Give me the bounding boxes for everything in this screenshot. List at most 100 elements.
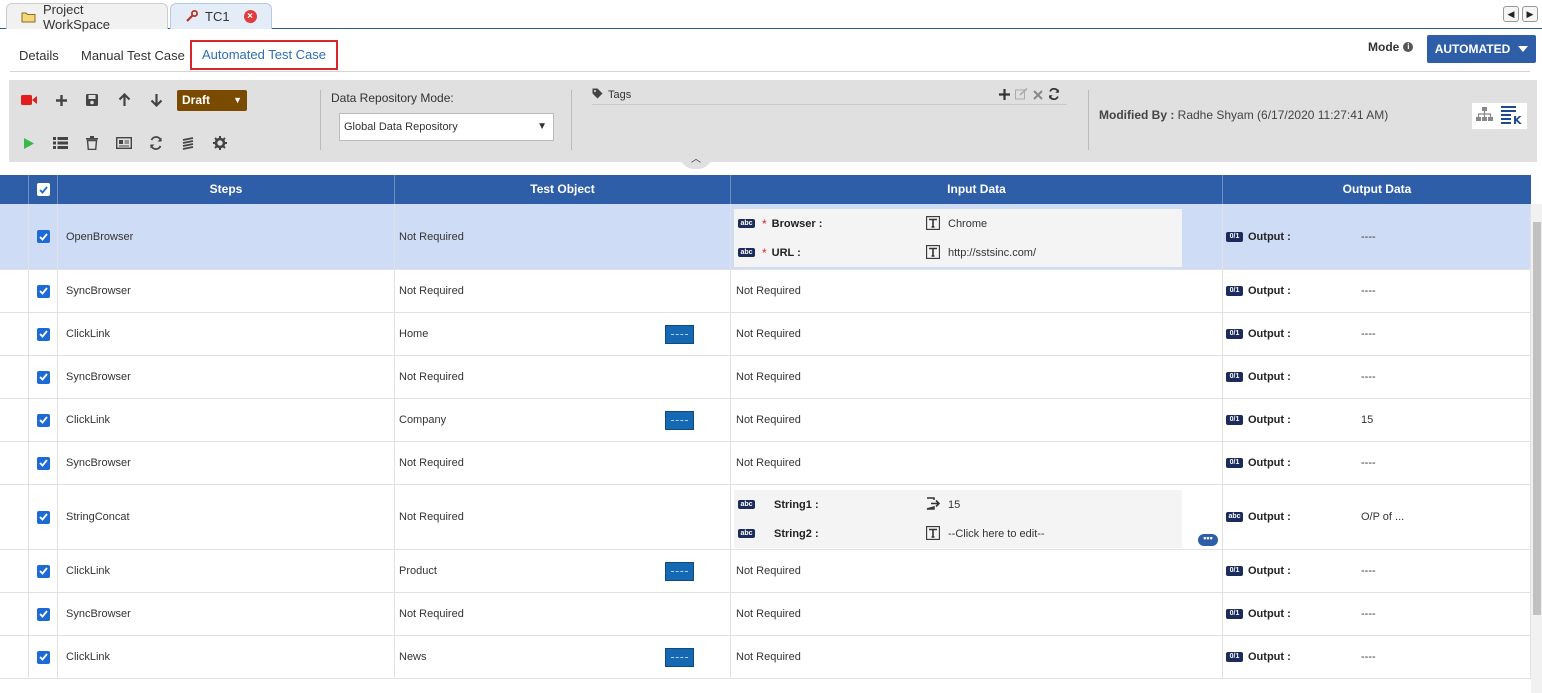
tab-details[interactable]: Details [19, 40, 59, 71]
test-object: Not Required [399, 230, 464, 243]
header-input-data[interactable]: Input Data [731, 175, 1223, 204]
tags-input[interactable] [592, 104, 1067, 105]
required-marker: * [762, 216, 767, 231]
row-checkbox[interactable] [36, 230, 50, 243]
test-object: Not Required [399, 608, 464, 620]
output-value[interactable]: ---- [1361, 231, 1376, 243]
info-icon[interactable]: i [1403, 42, 1414, 52]
object-preview-icon[interactable] [665, 410, 694, 430]
table-row[interactable]: ClickLink Product Not Required 0/1 Output : -… [0, 550, 1531, 593]
table-row[interactable]: StringConcat Not Required abc String1 :15 ab… [0, 485, 1531, 550]
table-row[interactable]: OpenBrowser Not Required abc * Browser : Chro… [0, 204, 1531, 270]
row-checkbox[interactable] [36, 510, 50, 524]
tab-manual-test-case[interactable]: Manual Test Case [81, 40, 185, 71]
output-label: Output : [1248, 230, 1291, 243]
input-param-row[interactable]: abc * Browser : Chrome [734, 209, 1182, 238]
header-output-data[interactable]: Output Data [1223, 175, 1531, 204]
output-value[interactable]: ---- [1361, 371, 1376, 383]
run-icon[interactable] [20, 134, 38, 152]
table-row[interactable]: SyncBrowser Not Required Not Required 0/1 Ou… [0, 356, 1531, 399]
data-repo-select[interactable]: Global Data Repository ▼ [339, 113, 554, 141]
input-param-row[interactable]: abc * URL : http://sstsinc.com/ [734, 238, 1182, 267]
value-type-icon[interactable] [926, 526, 940, 544]
delete-icon[interactable] [83, 134, 101, 152]
move-up-icon[interactable] [115, 91, 133, 109]
object-preview-icon[interactable] [665, 647, 694, 667]
layers-icon[interactable] [179, 134, 197, 152]
table-row[interactable]: ClickLink Company Not Required 0/1 Output : 1… [0, 399, 1531, 442]
step-name: ClickLink [66, 328, 111, 340]
move-down-icon[interactable] [147, 91, 165, 109]
close-icon[interactable]: × [243, 10, 257, 23]
table-row[interactable]: ClickLink News Not Required 0/1 Output : ---- [0, 636, 1531, 679]
mode-label: Mode i [1368, 40, 1414, 54]
output-value[interactable]: 15 [1361, 414, 1373, 426]
tag-icon [592, 88, 603, 102]
output-value[interactable]: O/P of ... [1361, 511, 1404, 523]
row-checkbox[interactable] [36, 456, 50, 470]
more-options-icon[interactable]: ••• [1198, 534, 1218, 546]
row-checkbox[interactable] [36, 607, 50, 621]
output-value[interactable]: ---- [1361, 565, 1376, 577]
output-value[interactable]: ---- [1361, 651, 1376, 663]
hierarchy-icon[interactable] [1476, 107, 1493, 125]
table-row[interactable]: SyncBrowser Not Required Not Required 0/1 Ou… [0, 442, 1531, 485]
tab-automated-test-case[interactable]: Automated Test Case [190, 40, 338, 70]
test-object: Not Required [399, 371, 464, 383]
input-params: abc String1 : 15 abc String2 : --Click here t… [734, 490, 1182, 548]
scrollbar-thumb[interactable] [1533, 222, 1541, 615]
input-data: Not Required [736, 457, 801, 469]
tab-project-workspace[interactable]: Project WorkSpace [6, 2, 168, 32]
mode-dropdown[interactable]: AUTOMATED [1427, 35, 1536, 63]
list-icon[interactable] [51, 134, 69, 152]
edit-tag-icon[interactable] [1015, 87, 1028, 103]
step-name: StringConcat [66, 511, 130, 523]
input-param-row[interactable]: abc String2 : --Click here to edit-- [734, 519, 1182, 548]
table-row[interactable]: ClickLink Home Not Required 0/1 Output : ---- [0, 313, 1531, 356]
scroll-right-icon[interactable]: ▶ [1522, 6, 1538, 22]
output-value[interactable]: ---- [1361, 608, 1376, 620]
remove-tag-icon[interactable] [1033, 89, 1043, 103]
collapse-toolbar-icon[interactable]: ︿ [680, 155, 712, 169]
save-icon[interactable] [83, 91, 101, 109]
refresh-tags-icon[interactable] [1048, 87, 1060, 103]
record-icon[interactable] [20, 91, 38, 109]
header-steps[interactable]: Steps [58, 175, 395, 204]
param-value[interactable]: --Click here to edit-- [948, 528, 1045, 540]
output-value[interactable]: ---- [1361, 457, 1376, 469]
status-dropdown[interactable]: Draft ▼ [177, 90, 247, 111]
output-value[interactable]: ---- [1361, 285, 1376, 297]
refresh-icon[interactable] [147, 134, 165, 152]
row-checkbox[interactable] [36, 370, 50, 384]
value-type-icon[interactable] [926, 497, 941, 514]
settings-icon[interactable] [211, 134, 229, 152]
row-checkbox[interactable] [36, 564, 50, 578]
value-type-icon[interactable] [926, 216, 940, 234]
keyword-icon[interactable]: K [1501, 105, 1523, 128]
input-param-row[interactable]: abc String1 : 15 [734, 490, 1182, 519]
add-icon[interactable] [52, 91, 70, 109]
param-name: String2 : [774, 527, 819, 540]
table-row[interactable]: SyncBrowser Not Required Not Required 0/1 Ou… [0, 593, 1531, 636]
row-checkbox[interactable] [36, 284, 50, 298]
add-tag-icon[interactable] [999, 88, 1010, 103]
row-checkbox[interactable] [36, 327, 50, 341]
object-preview-icon[interactable] [665, 561, 694, 581]
card-icon[interactable] [115, 134, 133, 152]
tab-tc1[interactable]: TC1 × [170, 3, 272, 29]
row-checkbox[interactable] [36, 413, 50, 427]
header-test-object[interactable]: Test Object [395, 175, 731, 204]
select-all-checkbox[interactable] [36, 183, 50, 196]
step-name: ClickLink [66, 565, 111, 577]
output-label: Output : [1248, 414, 1291, 426]
divider [571, 90, 572, 150]
object-preview-icon[interactable] [665, 324, 694, 344]
param-value[interactable]: http://sstsinc.com/ [948, 247, 1036, 259]
row-checkbox[interactable] [36, 650, 50, 664]
table-row[interactable]: SyncBrowser Not Required Not Required 0/1 Ou… [0, 270, 1531, 313]
output-value[interactable]: ---- [1361, 328, 1376, 340]
param-value[interactable]: Chrome [948, 218, 987, 230]
param-value[interactable]: 15 [948, 499, 960, 511]
scroll-left-icon[interactable]: ◀ [1503, 6, 1519, 22]
value-type-icon[interactable] [926, 245, 940, 263]
